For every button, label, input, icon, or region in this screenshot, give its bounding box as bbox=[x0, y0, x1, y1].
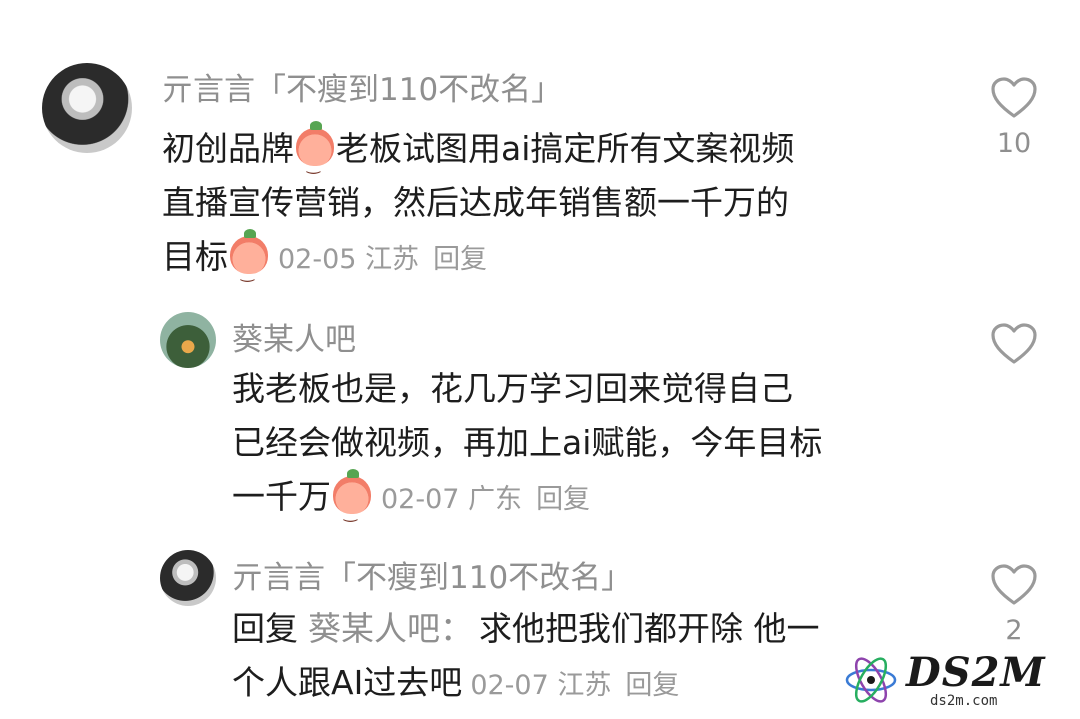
like-count: 10 bbox=[996, 128, 1032, 159]
reply-button[interactable]: 回复 bbox=[433, 244, 487, 275]
comment-location: 江苏 bbox=[557, 670, 612, 701]
watermark: DS2M ds2m.com bbox=[842, 649, 1062, 711]
comment-date: 02-05 bbox=[278, 244, 357, 275]
reply-to-user[interactable]: 葵某人吧： bbox=[308, 609, 473, 648]
avatar[interactable] bbox=[42, 63, 132, 153]
like-button[interactable]: 10 bbox=[988, 76, 1040, 159]
like-button[interactable] bbox=[988, 322, 1040, 366]
comment-author[interactable]: 葵某人吧 bbox=[232, 314, 356, 359]
reply-prefix: 回复 bbox=[232, 609, 298, 648]
peach-emoji bbox=[230, 229, 268, 300]
comment-text: 回复 葵某人吧： 求他把我们都开除 他一 个人跟AI过去吧 02-07 江苏 回复 bbox=[232, 609, 820, 702]
heart-icon bbox=[991, 564, 1037, 605]
like-button[interactable]: 2 bbox=[988, 563, 1040, 646]
heart-icon bbox=[991, 323, 1037, 364]
avatar[interactable] bbox=[160, 312, 216, 368]
reply-button[interactable]: 回复 bbox=[625, 670, 679, 701]
like-count: 2 bbox=[1005, 615, 1023, 646]
avatar[interactable] bbox=[160, 550, 216, 606]
peach-emoji bbox=[333, 469, 371, 540]
comment-author[interactable]: 亓言言「不瘦到110不改名」 bbox=[232, 552, 632, 597]
watermark-url: ds2m.com bbox=[930, 693, 998, 709]
peach-emoji bbox=[296, 121, 334, 192]
comment-location: 江苏 bbox=[365, 244, 420, 275]
comment-author[interactable]: 亓言言「不瘦到110不改名」 bbox=[162, 64, 562, 109]
watermark-title: DS2M bbox=[906, 649, 1046, 696]
heart-icon bbox=[991, 77, 1037, 118]
comment-date: 02-07 bbox=[381, 484, 460, 515]
comment-date: 02-07 bbox=[470, 670, 549, 701]
comment-text: 初创品牌老板试图用ai搞定所有文案视频 直播宣传营销，然后达成年销售额一千万的 … bbox=[162, 121, 794, 300]
comment-text: 我老板也是，花几万学习回来觉得自己 已经会做视频，再加上ai赋能，今年目标 一千… bbox=[232, 362, 822, 540]
reply-button[interactable]: 回复 bbox=[536, 484, 590, 515]
atom-logo-icon bbox=[845, 657, 897, 703]
comment-location: 广东 bbox=[468, 484, 523, 515]
